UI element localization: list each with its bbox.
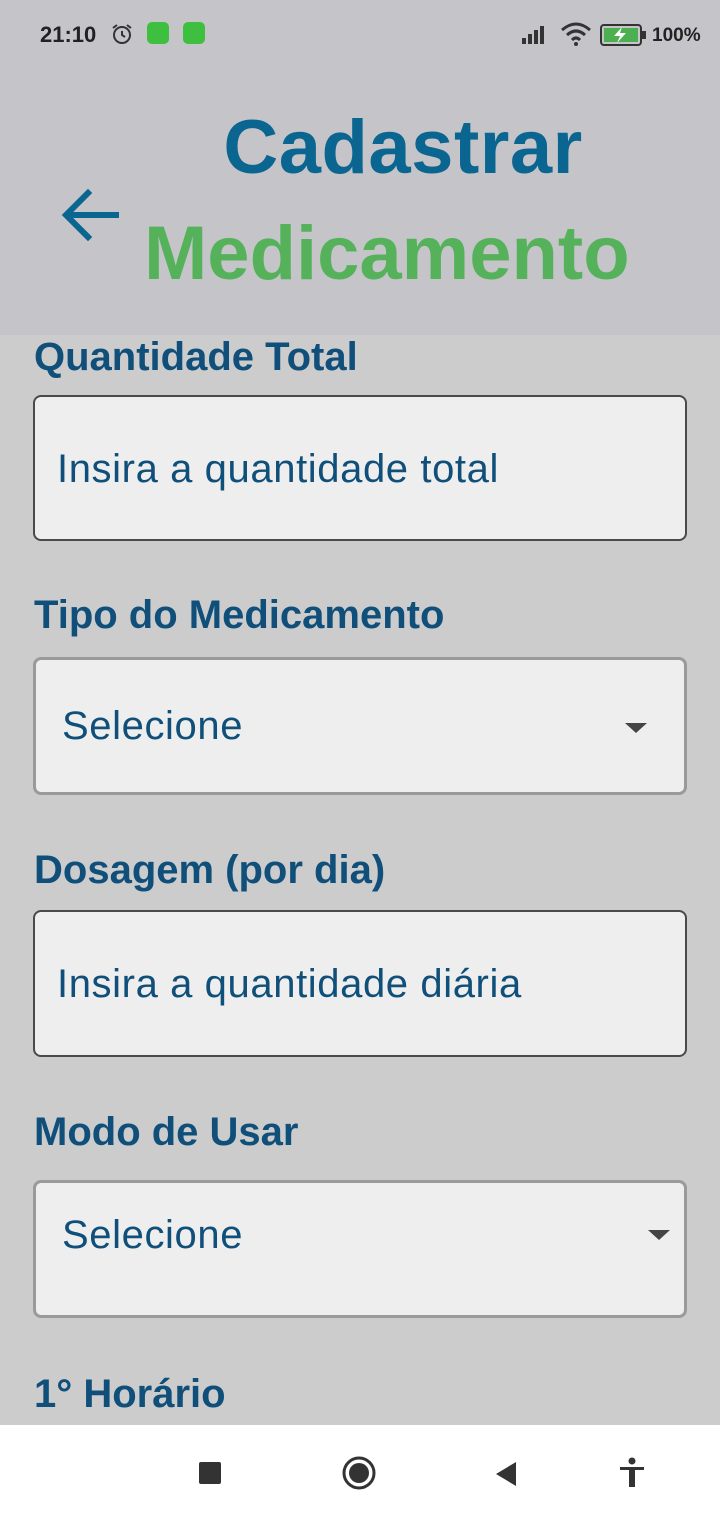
navigation-bar <box>0 1425 720 1520</box>
quantidade-total-placeholder: Insira a quantidade total <box>57 447 499 491</box>
dosagem-input[interactable]: Insira a quantidade diária <box>33 910 687 1057</box>
battery-charging-icon <box>600 24 646 46</box>
chevron-down-icon <box>625 723 647 733</box>
page-title-line1: Cadastrar <box>223 105 583 190</box>
signal-icon <box>522 26 544 44</box>
tipo-medicamento-value: Selecione <box>62 704 244 748</box>
app-header: Cadastrar Medicamento <box>0 70 720 335</box>
battery-percent: 100% <box>652 25 701 46</box>
form-content[interactable]: Quantidade Total Insira a quantidade tot… <box>0 335 720 1425</box>
modo-usar-label: Modo de Usar <box>34 1110 299 1154</box>
modo-usar-select[interactable]: Selecione <box>33 1180 687 1318</box>
tipo-medicamento-label: Tipo do Medicamento <box>34 593 445 637</box>
quantidade-total-label: Quantidade Total <box>34 335 358 379</box>
dosagem-placeholder: Insira a quantidade diária <box>57 962 522 1006</box>
page-title-line2: Medicamento <box>144 211 630 296</box>
quantidade-total-input[interactable]: Insira a quantidade total <box>33 395 687 541</box>
back-triangle-icon[interactable] <box>494 1460 518 1488</box>
dosagem-label: Dosagem (por dia) <box>34 848 386 892</box>
alarm-icon <box>112 24 132 44</box>
tipo-medicamento-select[interactable]: Selecione <box>33 657 687 795</box>
accessibility-icon[interactable] <box>618 1457 646 1489</box>
home-circle-icon[interactable] <box>341 1455 377 1491</box>
recents-square-icon[interactable] <box>198 1461 222 1485</box>
chevron-down-icon <box>648 1230 670 1240</box>
horario-1-label: 1° Horário <box>34 1372 226 1416</box>
app-badge-icon <box>183 22 205 44</box>
app-badge-icon <box>147 22 169 44</box>
modo-usar-value: Selecione <box>62 1213 244 1257</box>
status-time: 21:10 <box>40 22 97 47</box>
wifi-icon <box>561 22 591 46</box>
status-bar: 21:10 100% <box>0 0 720 70</box>
arrow-left-icon[interactable] <box>58 183 122 247</box>
